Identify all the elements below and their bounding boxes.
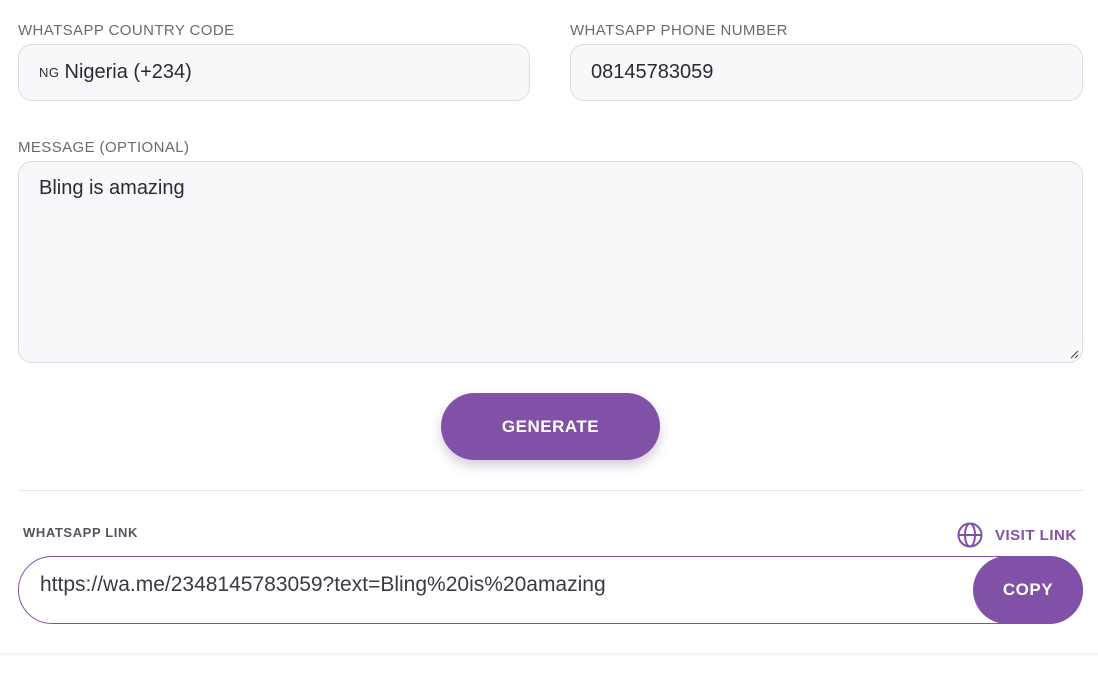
phone-number-label: WHATSAPP PHONE NUMBER bbox=[570, 22, 788, 39]
generate-button[interactable]: GENERATE bbox=[441, 393, 660, 460]
visit-link-label: VISIT LINK bbox=[995, 526, 1077, 544]
whatsapp-link-label: WHATSAPP LINK bbox=[23, 525, 138, 540]
country-select-value: NG Nigeria (+234) bbox=[39, 61, 192, 84]
nigeria-flag-icon: NG bbox=[39, 65, 60, 80]
generated-link-value: https://wa.me/2348145783059?text=Bling%2… bbox=[40, 573, 606, 596]
resize-handle-icon[interactable] bbox=[1069, 349, 1079, 359]
message-label: MESSAGE (OPTIONAL) bbox=[18, 139, 190, 156]
phone-number-value: 08145783059 bbox=[591, 61, 714, 83]
message-textarea[interactable]: Bling is amazing bbox=[18, 161, 1083, 363]
country-code-select[interactable]: NG Nigeria (+234) bbox=[18, 44, 530, 101]
copy-button[interactable]: COPY bbox=[973, 556, 1083, 624]
country-code-label: WHATSAPP COUNTRY CODE bbox=[18, 22, 235, 39]
globe-icon bbox=[957, 522, 983, 548]
whatsapp-link-generator: WHATSAPP COUNTRY CODE NG Nigeria (+234) W… bbox=[0, 0, 1098, 679]
card-bottom-edge bbox=[0, 653, 1098, 656]
phone-number-input[interactable]: 08145783059 bbox=[570, 44, 1083, 101]
generated-link-field[interactable]: https://wa.me/2348145783059?text=Bling%2… bbox=[18, 556, 1083, 624]
visit-link-button[interactable]: VISIT LINK bbox=[956, 521, 1077, 549]
country-name: Nigeria (+234) bbox=[64, 61, 192, 83]
section-divider bbox=[18, 490, 1083, 491]
message-value: Bling is amazing bbox=[39, 177, 185, 199]
